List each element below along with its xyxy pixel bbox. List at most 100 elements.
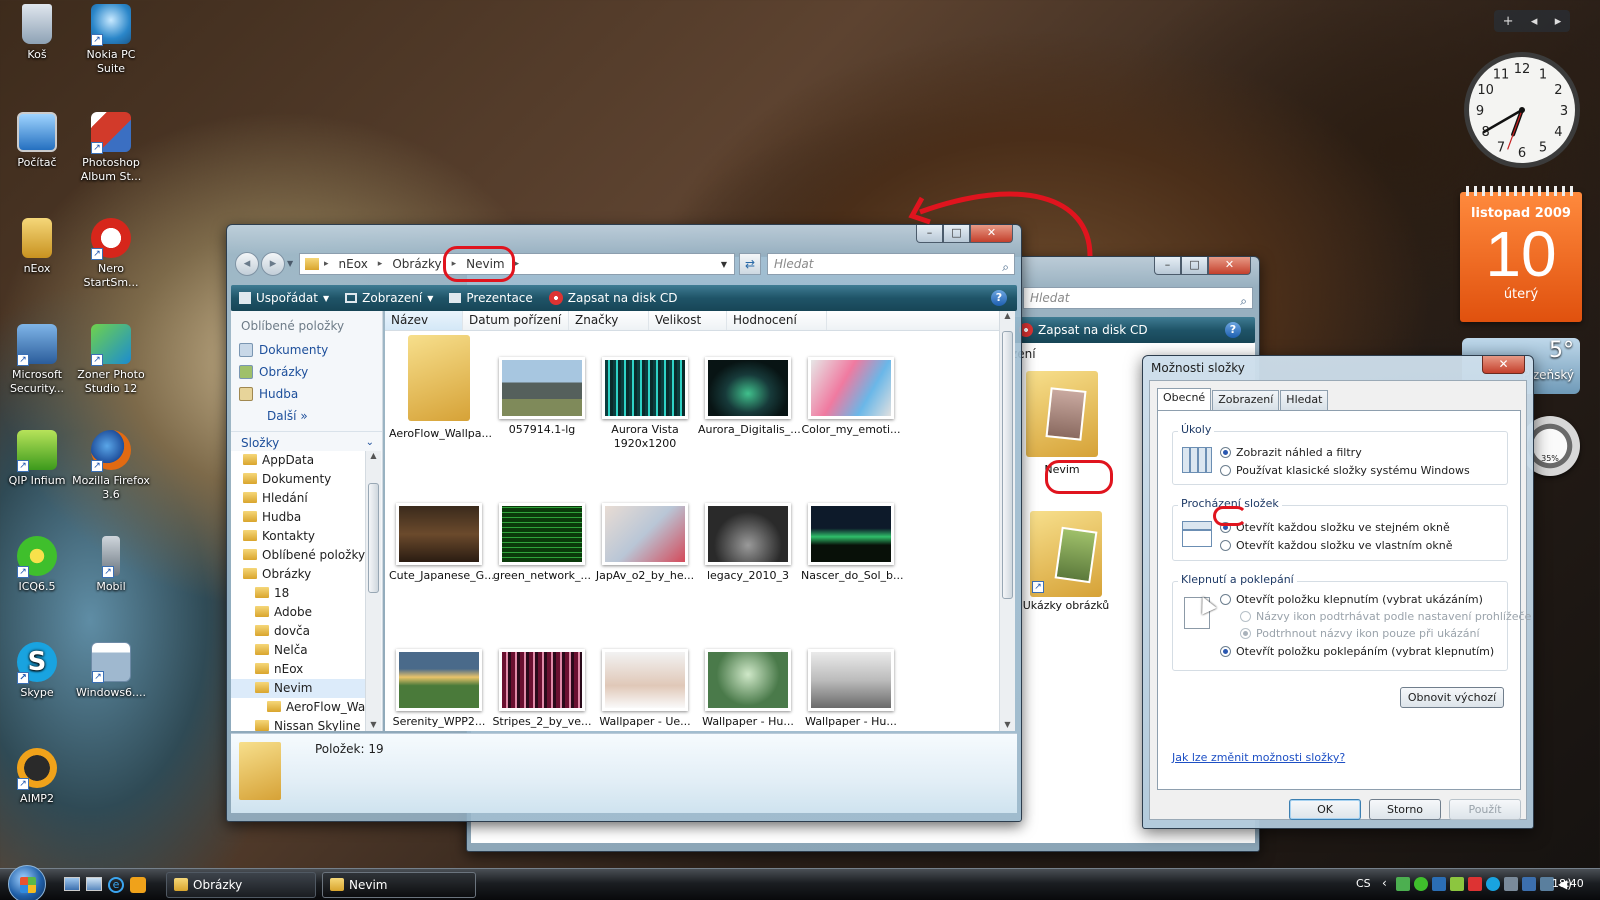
cancel-button[interactable]: Storno <box>1369 799 1441 820</box>
scroll-down-icon[interactable]: ▼ <box>366 720 381 729</box>
radio-show-preview[interactable]: Zobrazit náhled a filtry <box>1220 446 1362 459</box>
slideshow-button[interactable]: Prezentace <box>441 291 540 305</box>
tree-item[interactable]: Hudba <box>231 508 365 527</box>
forward-button[interactable]: ▸ <box>261 252 285 276</box>
radio-classic-folders[interactable]: Používat klasické složky systému Windows <box>1220 464 1470 477</box>
internet-explorer-icon[interactable]: e <box>108 877 124 893</box>
tray-expand-icon[interactable]: ‹ <box>1382 876 1387 890</box>
tree-item[interactable]: Nevim <box>231 679 365 698</box>
tree-item[interactable]: Adobe <box>231 603 365 622</box>
desktop-icon-microsoft-security[interactable]: ↗ Microsoft Security... <box>0 324 77 396</box>
close-button[interactable]: ✕ <box>1208 257 1251 275</box>
apply-button[interactable]: Použít <box>1449 799 1521 820</box>
radio-same-window[interactable]: Otevřít každou složku ve stejném okně <box>1220 521 1450 534</box>
network-icon[interactable] <box>1396 877 1410 891</box>
desktop-icon-qip[interactable]: ↗ QIP Infium <box>0 430 77 488</box>
clock-gadget[interactable]: 1 2 3 4 5 6 7 8 9 10 11 12 <box>1460 48 1584 172</box>
phone-tray-icon[interactable] <box>1504 877 1518 891</box>
restore-defaults-button[interactable]: Obnovit výchozí <box>1400 687 1504 708</box>
folder-item-sample-pictures[interactable]: ↗ Ukázky obrázků <box>1017 511 1115 613</box>
image-file-item[interactable]: Cute_Japanese_G... <box>389 503 495 583</box>
recent-pages-icon[interactable]: ▼ <box>287 259 293 268</box>
image-file-item[interactable]: green_network_... <box>492 503 592 583</box>
desktop-icon-photoshop-album[interactable]: ↗ Photoshop Album St... <box>71 112 151 184</box>
radio-own-window[interactable]: Otevřít každou složku ve vlastním okně <box>1220 539 1453 552</box>
icq-tray-icon[interactable] <box>1414 877 1428 891</box>
clock-time[interactable]: 18:40 <box>1552 877 1584 890</box>
image-file-item[interactable]: Color_my_emoti... <box>801 357 901 437</box>
tree-item[interactable]: Kontakty <box>231 527 365 546</box>
scrollbar-thumb[interactable] <box>368 483 379 593</box>
image-file-item[interactable]: JapAv_o2_by_he... <box>595 503 695 583</box>
tree-item[interactable]: AppData <box>231 451 365 470</box>
desktop-icon-zoner-photo[interactable]: ↗ Zoner Photo Studio 12 <box>71 324 151 396</box>
switch-windows-icon[interactable] <box>86 877 102 891</box>
image-file-item[interactable]: Wallpaper - Ue... <box>595 649 695 729</box>
scroll-up-icon[interactable]: ▲ <box>366 451 381 460</box>
breadcrumb-item[interactable]: Obrázky <box>387 257 446 271</box>
desktop-icon-neox[interactable]: nEox <box>0 218 77 276</box>
taskbar-button-pictures[interactable]: Obrázky <box>166 872 316 898</box>
media-player-icon[interactable] <box>130 877 146 893</box>
desktop-icon-nokia-pc-suite[interactable]: ↗ Nokia PC Suite <box>71 4 151 76</box>
tree-item[interactable]: AeroFlow_Wall <box>231 698 365 717</box>
address-dropdown-icon[interactable]: ▼ <box>716 260 732 269</box>
radio-double-click[interactable]: Otevřít položku poklepáním (vybrat klepn… <box>1220 645 1494 658</box>
image-file-item[interactable]: Aurora Vista 1920x1200 <box>595 357 695 451</box>
image-file-item[interactable]: Serenity_WPP2... <box>389 649 489 729</box>
file-list-scrollbar[interactable]: ▲ ▼ <box>999 311 1015 731</box>
image-file-item[interactable]: Nascer_do_Sol_b... <box>801 503 904 583</box>
folder-item[interactable]: AeroFlow_Wallpa... <box>389 335 492 441</box>
image-file-item[interactable]: 057914.1-lg <box>492 357 592 437</box>
tree-item[interactable]: Dokumenty <box>231 470 365 489</box>
scroll-down-icon[interactable]: ▼ <box>1000 720 1015 729</box>
skype-tray-icon[interactable] <box>1486 877 1500 891</box>
desktop-icon-recycle-bin[interactable]: Koš <box>0 4 77 62</box>
views-button[interactable]: Zobrazení ▼ <box>337 291 441 305</box>
image-file-item[interactable]: Aurora_Digitalis_... <box>698 357 801 437</box>
favorite-link-pictures[interactable]: Obrázky <box>231 361 382 383</box>
tree-item[interactable]: 18 <box>231 584 365 603</box>
show-desktop-icon[interactable] <box>64 877 80 891</box>
ok-button[interactable]: OK <box>1289 799 1361 820</box>
help-link[interactable]: Jak lze změnit možnosti složky? <box>1172 751 1345 764</box>
column-header[interactable]: Značky <box>569 311 649 330</box>
desktop-icon-skype[interactable]: S ↗ Skype <box>0 642 77 700</box>
qip-tray-icon[interactable] <box>1450 877 1464 891</box>
close-button[interactable]: ✕ <box>1482 356 1525 374</box>
tree-item[interactable]: Obrázky <box>231 565 365 584</box>
help-icon[interactable]: ? <box>991 290 1007 306</box>
tree-scrollbar[interactable]: ▲ ▼ <box>365 451 381 731</box>
tree-item[interactable]: nEox <box>231 660 365 679</box>
favorite-link-documents[interactable]: Dokumenty <box>231 339 382 361</box>
column-header[interactable]: Velikost <box>649 311 727 330</box>
burn-cd-button[interactable]: Zapsat na disk CD <box>1011 323 1156 337</box>
tab-view[interactable]: Zobrazení <box>1212 390 1280 410</box>
organize-button[interactable]: Uspořádat ▼ <box>231 291 337 305</box>
desktop-icon-nero[interactable]: ↗ Nero StartSm... <box>71 218 151 290</box>
tab-general[interactable]: Obecné <box>1157 388 1212 410</box>
minimize-button[interactable]: – <box>1154 257 1181 275</box>
alert-tray-icon[interactable] <box>1468 877 1482 891</box>
calendar-gadget[interactable]: listopad 2009 10 úterý <box>1460 186 1582 322</box>
desktop-icon-computer[interactable]: Počítač <box>0 112 77 170</box>
add-gadget-icon[interactable]: + <box>1503 14 1514 29</box>
language-indicator[interactable]: CS <box>1356 877 1371 890</box>
tab-search[interactable]: Hledat <box>1280 390 1329 410</box>
refresh-button[interactable]: ⇄ <box>739 253 761 275</box>
desktop-icon-icq[interactable]: ↗ ICQ6.5 <box>0 536 77 594</box>
desktop-icon-mobil[interactable]: ↗ Mobil <box>71 536 151 594</box>
maximize-button[interactable]: □ <box>1181 257 1208 275</box>
address-bar[interactable]: ▸ nEox ▸ Obrázky ▸ Nevim ▸ ▼ <box>299 253 735 275</box>
start-button[interactable] <box>8 865 46 900</box>
column-header[interactable]: Datum pořízení <box>463 311 569 330</box>
tree-item[interactable]: Oblíbené položky <box>231 546 365 565</box>
next-icon[interactable]: ▸ <box>1555 14 1562 29</box>
back-button[interactable]: ◂ <box>235 252 259 276</box>
column-header[interactable]: Název <box>385 311 463 330</box>
monitor-tray-icon[interactable] <box>1522 877 1536 891</box>
radio-underline-hover[interactable]: Podtrhnout názvy ikon pouze při ukázání <box>1240 627 1480 640</box>
scroll-up-icon[interactable]: ▲ <box>1000 311 1015 320</box>
image-file-item[interactable]: legacy_2010_3 <box>698 503 798 583</box>
tree-item[interactable]: Hledání <box>231 489 365 508</box>
